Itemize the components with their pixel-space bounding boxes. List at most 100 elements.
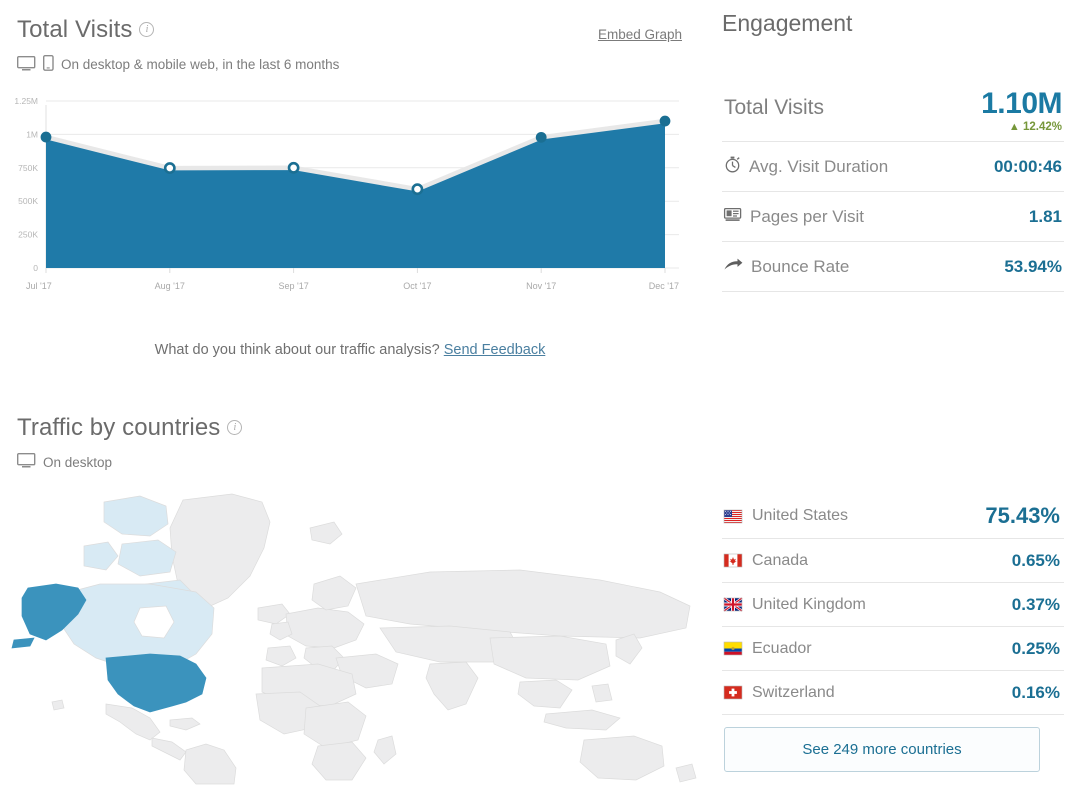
chart-data-point[interactable] — [287, 161, 300, 174]
chart-data-point[interactable] — [40, 131, 52, 143]
engagement-label: Pages per Visit — [750, 206, 865, 226]
country-traffic-list: United States 75.43% Canada 0.65% United… — [722, 494, 1064, 715]
map-region-arctic-islands-3 — [83, 541, 119, 571]
country-row-united-states[interactable]: United States 75.43% — [722, 494, 1064, 539]
engagement-label: Total Visits — [724, 96, 824, 119]
total-visits-subtitle-row: On desktop & mobile web, in the last 6 m… — [16, 54, 340, 74]
feedback-question: What do you think about our traffic anal… — [154, 342, 440, 358]
world-map[interactable] — [0, 488, 700, 785]
page-title: Total Visits i — [17, 16, 339, 44]
flag-gb-icon — [723, 596, 743, 613]
engagement-label: Bounce Rate — [751, 256, 850, 276]
country-name: United States — [752, 507, 849, 524]
map-region-south-america — [183, 743, 237, 785]
total-visits-subtitle: On desktop & mobile web, in the last 6 m… — [61, 57, 340, 72]
send-feedback-link[interactable]: Send Feedback — [444, 342, 546, 358]
traffic-by-countries-header: Traffic by countries i On desktop — [16, 414, 243, 471]
chart-data-point[interactable] — [535, 131, 547, 143]
map-region-europe — [285, 607, 365, 649]
chart-x-tick-label: Dec '17 — [649, 281, 679, 291]
flag-us-icon — [723, 509, 743, 523]
map-region-philippines — [591, 683, 613, 703]
arrow-bounce-icon — [724, 257, 743, 277]
country-percentage: 0.25% — [1011, 638, 1060, 658]
country-percentage: 0.16% — [1011, 682, 1060, 702]
map-region-scandinavia — [311, 575, 357, 611]
country-name: United Kingdom — [752, 595, 866, 613]
info-icon[interactable]: i — [227, 420, 243, 435]
chart-x-tick-label: Jul '17 — [26, 281, 52, 291]
chart-y-tick-label: 500K — [18, 196, 38, 206]
flag-ca-icon — [723, 553, 743, 568]
chart-y-tick-label: 0 — [33, 263, 38, 273]
traffic-analytics-page: Total Visits i On desktop & mobile web, i… — [0, 0, 1084, 788]
traffic-by-countries-title-row: Traffic by countries i — [17, 414, 243, 442]
chart-y-tick-label: 250K — [18, 230, 38, 240]
country-percentage: 75.43% — [985, 503, 1060, 528]
engagement-metrics-list: Total Visits 1.10M ▲ 12.42% Avg. Visit D… — [722, 84, 1064, 292]
traffic-by-countries-title: Traffic by countries — [17, 414, 221, 441]
country-label-group: United States — [723, 507, 849, 525]
map-region-southern-africa — [311, 741, 367, 781]
engagement-title: Engagement — [722, 10, 853, 36]
map-region-madagascar — [373, 735, 397, 765]
map-landmasses — [11, 493, 697, 785]
desktop-icon — [16, 452, 36, 471]
map-region-uk — [269, 621, 293, 641]
map-region-australia — [579, 735, 665, 781]
map-region-arctic-islands — [103, 495, 169, 537]
total-visits-title: Total Visits — [17, 16, 133, 43]
map-region-aleutians — [11, 637, 35, 649]
total-visits-chart[interactable]: 1.25M 1M 750K 500K 250K 0 Jul '17 Aug '17 Sep '… — [0, 93, 700, 298]
country-row-ecuador[interactable]: Ecuador 0.25% — [722, 627, 1064, 671]
engagement-value: 53.94% — [1004, 256, 1062, 276]
country-percentage: 0.37% — [1011, 594, 1060, 614]
chart-x-tick-label: Oct '17 — [403, 281, 431, 291]
chart-area-fill — [46, 121, 665, 268]
chart-data-point[interactable] — [163, 162, 176, 174]
map-region-new-zealand — [675, 763, 697, 783]
chart-data-point[interactable] — [411, 183, 424, 196]
embed-graph-link[interactable]: Embed Graph — [598, 27, 682, 42]
engagement-label-group: Avg. Visit Duration — [724, 156, 888, 178]
engagement-delta: ▲ 12.42% — [981, 121, 1062, 133]
map-region-caribbean — [169, 717, 201, 731]
map-region-united-states — [105, 653, 207, 713]
engagement-row-total-visits: Total Visits 1.10M ▲ 12.42% — [722, 84, 1064, 142]
map-region-arctic-islands-2 — [117, 539, 177, 577]
pages-icon — [723, 207, 742, 227]
map-region-iberia — [265, 645, 297, 667]
country-percentage: 0.65% — [1011, 550, 1060, 570]
country-row-canada[interactable]: Canada 0.65% — [722, 539, 1064, 583]
engagement-value: 1.81 — [1028, 206, 1062, 226]
chart-x-tick-label: Nov '17 — [526, 281, 556, 291]
engagement-value-group: 1.10M ▲ 12.42% — [981, 87, 1062, 134]
desktop-icon — [16, 55, 36, 74]
engagement-value: 00:00:46 — [993, 156, 1062, 176]
map-region-central-america — [151, 737, 187, 761]
map-region-hawaii — [51, 699, 65, 711]
chart-x-tick-label: Aug '17 — [155, 281, 185, 291]
country-row-switzerland[interactable]: Switzerland 0.16% — [722, 671, 1064, 715]
traffic-by-countries-subtitle-row: On desktop — [16, 452, 242, 471]
info-icon[interactable]: i — [139, 22, 155, 37]
chart-x-tick-label: Sep '17 — [278, 281, 308, 291]
country-label-group: Ecuador — [723, 639, 812, 658]
engagement-row-avg-visit-duration: Avg. Visit Duration 00:00:46 — [722, 142, 1064, 192]
country-row-united-kingdom[interactable]: United Kingdom 0.37% — [722, 583, 1064, 627]
chart-data-point[interactable] — [659, 115, 671, 127]
country-name: Ecuador — [752, 639, 812, 657]
chart-x-axis-labels: Jul '17 Aug '17 Sep '17 Oct '17 Nov '17 Dec '… — [26, 268, 679, 291]
country-label-group: United Kingdom — [723, 595, 866, 614]
see-more-countries-button[interactable]: See 249 more countries — [724, 727, 1040, 772]
caret-up-icon: ▲ — [1008, 121, 1020, 133]
chart-y-tick-label: 750K — [18, 163, 38, 173]
engagement-value: 1.10M — [981, 87, 1062, 120]
chart-y-tick-label: 1M — [26, 129, 38, 139]
country-name: Switzerland — [752, 683, 835, 701]
engagement-label-group: Pages per Visit — [723, 206, 865, 227]
mobile-icon — [42, 54, 54, 74]
map-region-iceland — [257, 603, 291, 625]
stopwatch-icon — [724, 156, 741, 178]
map-region-india — [425, 661, 479, 711]
